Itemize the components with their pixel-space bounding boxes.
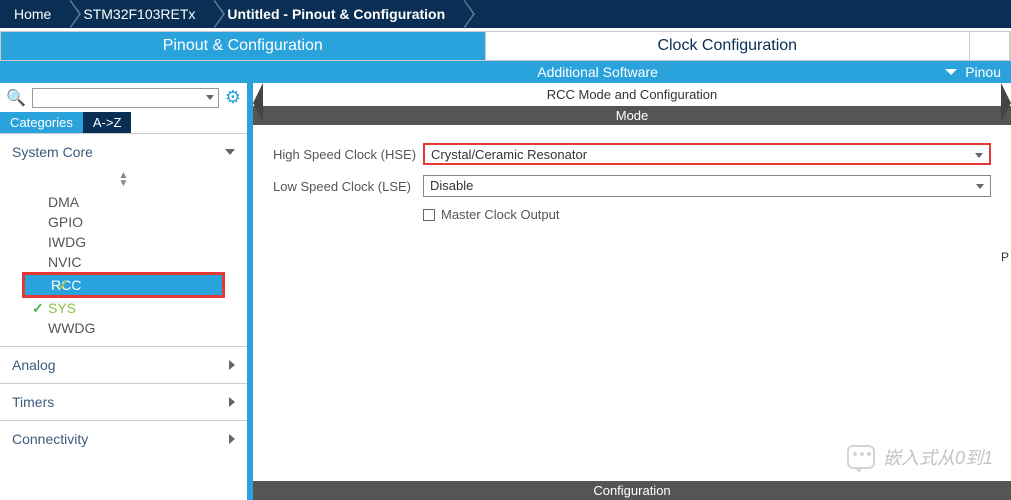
group-analog[interactable]: Analog bbox=[0, 346, 247, 383]
sub-bar: Additional Software Pinou bbox=[0, 61, 1011, 83]
hse-label: High Speed Clock (HSE) bbox=[273, 147, 423, 162]
tree-item-sys[interactable]: SYS bbox=[0, 298, 247, 318]
sort-icon[interactable]: ▲▼ bbox=[0, 170, 247, 190]
tree-system-core: DMA GPIO IWDG NVIC RCC SYS WWDG bbox=[0, 190, 247, 346]
chevron-right-icon bbox=[229, 434, 235, 444]
tab-extra[interactable] bbox=[970, 32, 1010, 60]
tab-categories[interactable]: Categories bbox=[0, 112, 83, 133]
chevron-down-icon bbox=[225, 149, 235, 155]
main-panel: RCC Mode and Configuration Mode High Spe… bbox=[253, 83, 1011, 500]
right-panel-edge: P bbox=[1001, 250, 1009, 264]
main-tabs: Pinout & Configuration Clock Configurati… bbox=[0, 31, 1011, 61]
breadcrumb: Home STM32F103RETx Untitled - Pinout & C… bbox=[0, 0, 1011, 28]
breadcrumb-home[interactable]: Home bbox=[0, 0, 69, 28]
breadcrumb-file[interactable]: Untitled - Pinout & Configuration bbox=[213, 0, 463, 28]
chevron-down-icon bbox=[206, 95, 214, 100]
master-clock-checkbox[interactable] bbox=[423, 209, 435, 221]
gear-icon[interactable]: ⚙ bbox=[225, 87, 241, 108]
tree-item-rcc[interactable]: RCC bbox=[25, 275, 222, 295]
tab-pinout-configuration[interactable]: Pinout & Configuration bbox=[1, 32, 486, 60]
chevron-right-icon bbox=[229, 360, 235, 370]
breadcrumb-chip[interactable]: STM32F103RETx bbox=[69, 0, 213, 28]
additional-software-link[interactable]: Additional Software bbox=[537, 64, 658, 80]
mode-body: High Speed Clock (HSE) Crystal/Ceramic R… bbox=[253, 125, 1011, 481]
lse-label: Low Speed Clock (LSE) bbox=[273, 179, 423, 194]
configuration-header: Configuration bbox=[253, 481, 1011, 500]
tab-a-to-z[interactable]: A->Z bbox=[83, 112, 132, 133]
chevron-down-icon bbox=[975, 153, 983, 158]
tree-item-wwdg[interactable]: WWDG bbox=[0, 318, 247, 338]
group-system-core[interactable]: System Core bbox=[0, 133, 247, 170]
group-timers[interactable]: Timers bbox=[0, 383, 247, 420]
sidebar: 🔍 ⚙ Categories A->Z System Core ▲▼ DMA G… bbox=[0, 83, 253, 500]
search-icon[interactable]: 🔍 bbox=[6, 88, 26, 108]
tree-item-iwdg[interactable]: IWDG bbox=[0, 232, 247, 252]
panel-title: RCC Mode and Configuration bbox=[253, 83, 1011, 106]
pinout-dropdown-label[interactable]: Pinou bbox=[965, 64, 1001, 80]
chevron-down-icon bbox=[976, 184, 984, 189]
mode-header: Mode bbox=[253, 106, 1011, 125]
group-connectivity[interactable]: Connectivity bbox=[0, 420, 247, 457]
content-area: 🔍 ⚙ Categories A->Z System Core ▲▼ DMA G… bbox=[0, 83, 1011, 500]
tab-clock-configuration[interactable]: Clock Configuration bbox=[486, 32, 971, 60]
chevron-down-icon[interactable] bbox=[945, 69, 957, 75]
search-input[interactable] bbox=[32, 88, 219, 108]
tree-item-gpio[interactable]: GPIO bbox=[0, 212, 247, 232]
tree-item-dma[interactable]: DMA bbox=[0, 192, 247, 212]
highlight-box-rcc: RCC bbox=[22, 272, 225, 298]
lse-select[interactable]: Disable bbox=[423, 175, 991, 197]
hse-select[interactable]: Crystal/Ceramic Resonator bbox=[423, 143, 991, 165]
chevron-right-icon bbox=[229, 397, 235, 407]
tree-item-nvic[interactable]: NVIC bbox=[0, 252, 247, 272]
master-clock-label: Master Clock Output bbox=[441, 207, 560, 222]
